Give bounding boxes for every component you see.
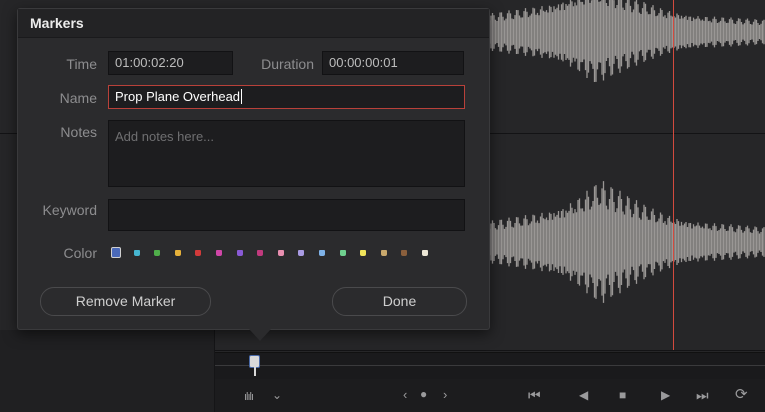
name-label: Name [59, 90, 97, 106]
time-field[interactable]: 01:00:02:20 [108, 51, 233, 75]
color-swatch-cream[interactable] [422, 250, 428, 256]
dialog-pointer [249, 329, 271, 341]
color-swatch-yellow[interactable] [174, 250, 181, 256]
stop-icon[interactable]: ■ [619, 387, 626, 403]
color-swatch-purple[interactable] [236, 250, 243, 256]
left-panel [0, 330, 215, 412]
color-swatch-rose[interactable] [277, 250, 284, 256]
playhead-line [673, 0, 674, 350]
notes-textarea[interactable]: Add notes here... [108, 120, 465, 187]
markers-dialog: Markers Time 01:00:02:20 Duration 00:00:… [17, 8, 490, 341]
chevron-right-icon[interactable]: › [443, 387, 447, 403]
waveform-channel [487, 181, 765, 303]
keyword-label: Keyword [42, 202, 97, 218]
chevron-down-icon[interactable]: ⌄ [272, 387, 282, 403]
color-swatch-sky[interactable] [319, 250, 325, 256]
keyword-input[interactable] [108, 199, 465, 231]
loop-icon[interactable]: ⟳ [735, 387, 748, 403]
color-swatch-blue[interactable] [111, 247, 121, 258]
done-button[interactable]: Done [332, 287, 467, 316]
notes-placeholder: Add notes here... [115, 129, 215, 144]
waveform-icon[interactable]: ılılı [244, 389, 254, 405]
text-caret [241, 89, 243, 104]
color-swatch-green[interactable] [154, 250, 161, 256]
color-swatch-red[interactable] [195, 250, 202, 256]
color-swatch-fuchsia[interactable] [257, 250, 264, 256]
skip-to-end-icon[interactable]: ⏭ [696, 387, 709, 403]
color-label: Color [63, 245, 97, 261]
color-swatch-cyan[interactable] [133, 250, 140, 256]
transport-bar: ılılı ⌄ ‹ ● › ⏮ ◀ ■ ▶ ⏭ ⟳ [215, 379, 765, 412]
time-label: Time [66, 56, 97, 72]
color-swatch-mint[interactable] [339, 250, 346, 256]
notes-label: Notes [60, 124, 97, 140]
play-icon[interactable]: ▶ [661, 387, 670, 403]
play-reverse-icon[interactable]: ◀ [579, 387, 588, 403]
dot-icon[interactable]: ● [420, 386, 427, 402]
mini-timeline-track [215, 365, 765, 366]
waveform-channel [487, 0, 765, 82]
duration-label: Duration [261, 56, 314, 72]
color-swatch-lavender[interactable] [298, 250, 305, 256]
mini-timeline[interactable] [215, 352, 765, 379]
playhead-stem [254, 366, 256, 376]
name-input[interactable]: Prop Plane Overhead [108, 85, 465, 109]
color-swatch-sand[interactable] [380, 250, 387, 256]
skip-to-start-icon[interactable]: ⏮ [528, 387, 541, 403]
color-swatch-lemon[interactable] [360, 250, 367, 256]
color-swatch-cocoa[interactable] [401, 250, 408, 256]
dialog-header: Markers [18, 9, 489, 38]
duration-field[interactable]: 00:00:00:01 [322, 51, 464, 75]
name-input-value: Prop Plane Overhead [115, 89, 241, 104]
dialog-title: Markers [30, 15, 84, 31]
remove-marker-button[interactable]: Remove Marker [40, 287, 211, 316]
color-swatch-pink[interactable] [216, 250, 222, 256]
chevron-left-icon[interactable]: ‹ [403, 387, 407, 403]
